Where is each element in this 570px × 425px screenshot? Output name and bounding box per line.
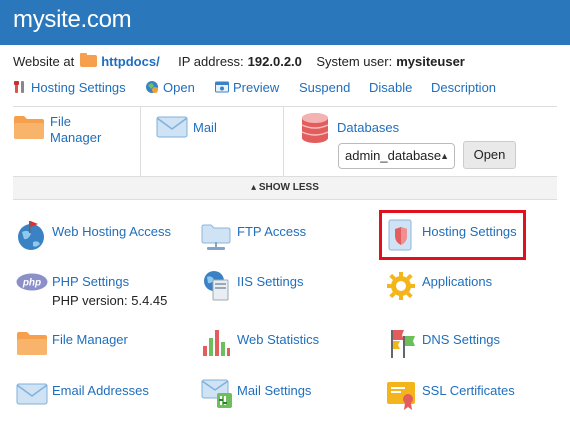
database-icon [301, 113, 329, 143]
website-at-label: Website at [13, 54, 75, 69]
toolbar-preview-label: Preview [233, 80, 280, 95]
select-arrows-icon: ▲ [440, 151, 449, 161]
envelope-icon [156, 116, 188, 138]
toolbar-suspend[interactable]: Suspend [299, 80, 350, 95]
ftp-access-label: FTP Access [237, 224, 307, 239]
folder-icon [14, 116, 44, 139]
site-header: mysite.com [0, 0, 570, 45]
dns-settings-label: DNS Settings [422, 332, 501, 347]
quick-mail[interactable]: Mail [141, 106, 284, 176]
quick-file-manager-line2: Manager [50, 130, 102, 145]
mail-settings-label: Mail Settings [237, 383, 312, 398]
ssl-certificates-label: SSL Certificates [422, 383, 515, 398]
folder-icon [17, 332, 47, 355]
toolbar-open[interactable]: Open [145, 80, 195, 95]
ip-value: 192.0.2.0 [247, 54, 302, 69]
web-hosting-access-label: Web Hosting Access [52, 224, 171, 239]
file-manager-label: File Manager [52, 332, 128, 347]
statistics-chart-icon [203, 330, 230, 356]
svg-text:php: php [22, 278, 41, 289]
iis-settings-label: IIS Settings [237, 274, 304, 289]
applications-label: Applications [422, 274, 493, 289]
ftp-server-icon [201, 224, 231, 250]
highlight-box [379, 210, 526, 260]
php-icon: php [16, 273, 48, 291]
php-settings-label: PHP Settings [52, 274, 130, 289]
quick-databases-label[interactable]: Databases [337, 120, 399, 136]
database-select[interactable]: admin_database ▲ [338, 143, 455, 169]
globe-flag-icon [18, 221, 44, 250]
web-statistics-label: Web Statistics [237, 332, 320, 347]
dns-flags-icon [391, 330, 415, 358]
toolbar-preview[interactable]: Preview [215, 80, 279, 95]
quick-file-manager-line1: File [50, 114, 71, 129]
envelope-icon [16, 383, 48, 405]
toolbar-open-label: Open [163, 80, 195, 95]
toolbar-disable[interactable]: Disable [369, 80, 412, 95]
toolbar-description[interactable]: Description [431, 80, 496, 95]
system-user-label: System user: [316, 54, 393, 69]
toolbar-hosting-settings[interactable]: Hosting Settings [13, 80, 126, 95]
database-open-button[interactable]: Open [463, 141, 516, 169]
site-title: mysite.com [13, 6, 132, 33]
quick-file-manager-label: File Manager [50, 114, 101, 146]
quick-mail-label: Mail [193, 120, 217, 135]
toolbar-hosting-settings-label: Hosting Settings [31, 80, 126, 95]
system-user-value: mysiteuser [396, 54, 465, 69]
ip-label: IP address: [178, 54, 244, 69]
iis-server-icon [204, 271, 229, 301]
show-less-toggle[interactable]: ▴ SHOW LESS [13, 176, 557, 200]
certificate-icon [387, 382, 415, 410]
document-root-link[interactable]: httpdocs/ [101, 54, 160, 69]
mail-settings-icon [201, 379, 232, 408]
database-select-value: admin_database [345, 148, 442, 163]
applications-gear-icon [387, 272, 415, 300]
preview-icon [215, 81, 229, 93]
site-info: Website at httpdocs/ IP address: 192.0.2.0… [13, 53, 465, 69]
tools-icon [14, 81, 24, 93]
globe-open-icon [146, 81, 158, 93]
folder-icon [80, 53, 98, 67]
php-version-text: PHP version: 5.4.45 [52, 293, 168, 308]
quick-file-manager[interactable]: File Manager [13, 106, 141, 176]
email-addresses-label: Email Addresses [52, 383, 149, 398]
